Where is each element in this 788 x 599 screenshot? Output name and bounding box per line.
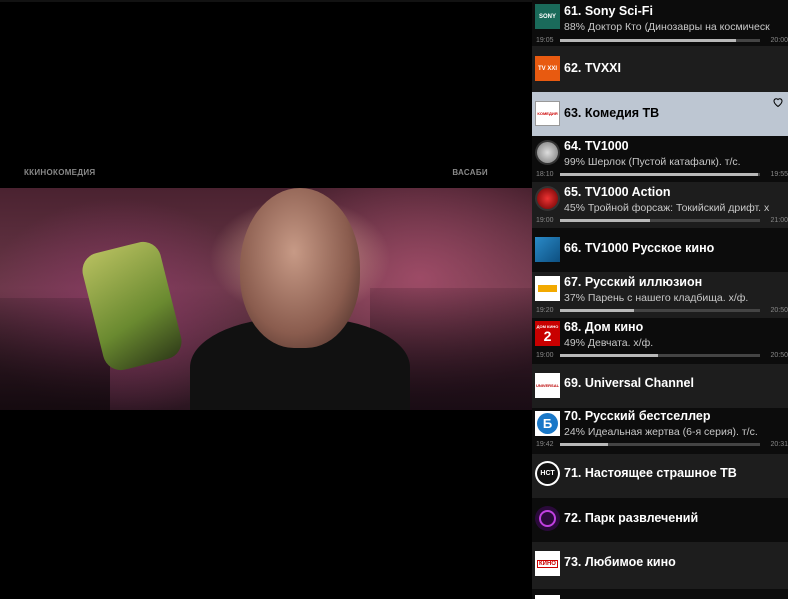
next-channel-logo	[535, 595, 560, 599]
bestseller-logo: Б	[535, 411, 560, 436]
channel-row-61[interactable]: SONY 61. Sony Sci-Fi 88% Доктор Кто (Дин…	[532, 0, 788, 46]
channel-row-next[interactable]	[532, 589, 788, 599]
tv1000-logo	[535, 140, 560, 165]
program-start-time: 18:10	[536, 171, 554, 178]
program-end-time: 20:00	[770, 37, 788, 44]
program-progress-bar	[560, 309, 760, 312]
channel-title: 61. Sony Sci-Fi	[564, 4, 653, 18]
program-watermark: ВАСАБИ	[452, 168, 488, 177]
progress-fill	[560, 443, 608, 446]
channel-row-63[interactable]: КОМЕДИЯ 63. Комедия ТВ	[532, 92, 788, 136]
video-top-strip	[0, 0, 532, 2]
progress-fill	[560, 309, 634, 312]
park-emblem	[539, 510, 556, 527]
universal-logo: UNIVERSAL	[535, 373, 560, 398]
heart-icon[interactable]	[772, 96, 784, 108]
channel-row-73[interactable]: КИНО 73. Любимое кино	[532, 542, 788, 589]
progress-fill	[560, 173, 758, 176]
program-progress-bar	[560, 39, 760, 42]
channel-row-64[interactable]: 64. TV1000 99% Шерлок (Пустой катафалк).…	[532, 136, 788, 182]
channel-title: 73. Любимое кино	[564, 555, 676, 569]
channel-row-68[interactable]: ДОМ КИНО 2 68. Дом кино 49% Девчата. х/ф…	[532, 318, 788, 364]
channel-row-72[interactable]: 72. Парк развлечений	[532, 498, 788, 542]
channel-title: 62. TVXXI	[564, 61, 621, 75]
channel-title: 72. Парк развлечений	[564, 511, 699, 525]
video-frame[interactable]	[0, 188, 532, 410]
channel-row-71[interactable]: НСТ 71. Настоящее страшное ТВ	[532, 454, 788, 498]
channel-row-62[interactable]: TV XXI 62. TVXXI	[532, 46, 788, 92]
channel-row-67[interactable]: 67. Русский иллюзион 37% Парень с нашего…	[532, 272, 788, 318]
channel-title: 64. TV1000	[564, 139, 629, 153]
dom-kino-logo: ДОМ КИНО 2	[535, 321, 560, 346]
channel-title: 70. Русский бестселлер	[564, 409, 711, 423]
logo-text: UNIVERSAL	[535, 383, 560, 388]
program-start-time: 19:00	[536, 217, 554, 224]
channel-row-65[interactable]: 65. TV1000 Action 45% Тройной форсаж: То…	[532, 182, 788, 228]
lubimoe-kino-logo: КИНО	[535, 551, 560, 576]
channel-title: 66. TV1000 Русское кино	[564, 241, 715, 255]
dom-kino-2-glyph: 2	[543, 328, 552, 344]
current-program: 45% Тройной форсаж: Токийский дрифт. х	[564, 202, 770, 214]
current-program: 49% Девчата. х/ф.	[564, 337, 654, 349]
tv1000-action-emblem	[537, 188, 558, 209]
logo-text: КИНО	[537, 559, 558, 568]
channel-row-69[interactable]: UNIVERSAL 69. Universal Channel	[532, 364, 788, 408]
current-program: 88% Доктор Кто (Динозавры на космическ	[564, 21, 770, 33]
channel-title: 69. Universal Channel	[564, 376, 694, 390]
current-program: 24% Идеальная жертва (6-я серия). т/с.	[564, 426, 758, 438]
channel-title: 67. Русский иллюзион	[564, 275, 703, 289]
russian-illusion-logo	[535, 276, 560, 301]
program-end-time: 19:55	[770, 171, 788, 178]
channel-title: 63. Комедия ТВ	[564, 106, 660, 120]
logo-text: TV XXI	[537, 65, 557, 72]
park-logo	[535, 506, 560, 531]
tv1000-action-logo	[535, 186, 560, 211]
progress-fill	[560, 354, 658, 357]
video-person-head	[240, 188, 360, 348]
illusion-emblem	[538, 285, 557, 292]
program-start-time: 19:20	[536, 307, 554, 314]
program-end-time: 20:50	[770, 307, 788, 314]
channel-row-70[interactable]: Б 70. Русский бестселлер 24% Идеальная ж…	[532, 408, 788, 454]
scary-tv-logo: НСТ	[535, 461, 560, 486]
program-start-time: 19:00	[536, 352, 554, 359]
logo-text: КОМЕДИЯ	[537, 111, 558, 116]
tvxxi-logo: TV XXI	[535, 56, 560, 81]
video-player[interactable]: ККИНОКОМЕДИЯ ВАСАБИ	[0, 0, 532, 599]
comedy-tv-logo: КОМЕДИЯ	[535, 101, 560, 126]
tv1000-russian-logo	[535, 237, 560, 262]
current-program: 99% Шерлок (Пустой катафалк). т/с.	[564, 156, 741, 168]
channel-row-66[interactable]: 66. TV1000 Русское кино	[532, 228, 788, 272]
bestseller-emblem: Б	[537, 413, 558, 434]
channel-title: 71. Настоящее страшное ТВ	[564, 466, 737, 480]
logo-text: SONY	[538, 13, 556, 20]
progress-fill	[560, 219, 650, 222]
program-progress-bar	[560, 443, 760, 446]
channel-watermark: ККИНОКОМЕДИЯ	[24, 168, 96, 177]
program-progress-bar	[560, 219, 760, 222]
program-end-time: 21:00	[770, 217, 788, 224]
channel-title: 68. Дом кино	[564, 320, 644, 334]
tv1000-emblem	[537, 142, 558, 163]
program-progress-bar	[560, 173, 760, 176]
program-start-time: 19:42	[536, 441, 554, 448]
current-program: 37% Парень с нашего кладбища. х/ф.	[564, 292, 749, 304]
scary-tv-emblem: НСТ	[537, 463, 558, 484]
sony-scifi-logo: SONY	[535, 4, 560, 29]
logo-text: Б	[542, 416, 553, 431]
logo-text: НСТ	[540, 470, 555, 477]
channel-title: 65. TV1000 Action	[564, 185, 671, 199]
program-start-time: 19:05	[536, 37, 554, 44]
program-end-time: 20:50	[770, 352, 788, 359]
channel-list[interactable]: SONY 61. Sony Sci-Fi 88% Доктор Кто (Дин…	[532, 0, 788, 599]
program-end-time: 20:31	[770, 441, 788, 448]
progress-fill	[560, 39, 736, 42]
program-progress-bar	[560, 354, 760, 357]
